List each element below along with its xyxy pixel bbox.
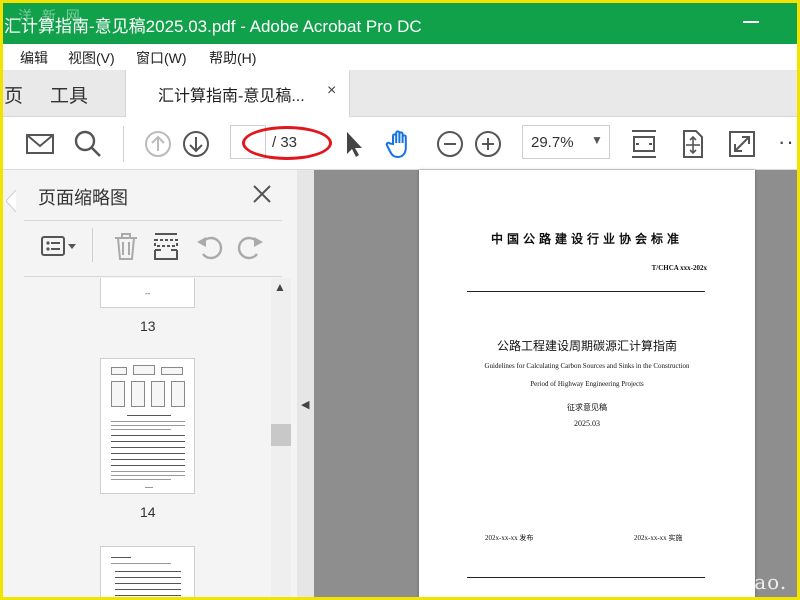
tab-document-label: 汇计算指南-意见稿... bbox=[158, 88, 305, 105]
next-page-icon[interactable] bbox=[180, 128, 212, 160]
thumb-footer: -- bbox=[145, 289, 151, 298]
thumbnail-list: -- 13 14 bbox=[24, 278, 272, 600]
insert-page-icon[interactable] bbox=[150, 230, 182, 262]
panel-splitter[interactable]: ◀ bbox=[297, 170, 314, 600]
red-highlight-ellipse bbox=[242, 126, 332, 160]
window-title: 汇计算指南-意见稿2025.03.pdf - Adobe Acrobat Pro… bbox=[4, 17, 422, 36]
thumbnail-label: 14 bbox=[140, 504, 156, 520]
title-bar: 洋 新 网 汇计算指南-意见稿2025.03.pdf - Adobe Acrob… bbox=[0, 0, 800, 44]
document-date: 2025.03 bbox=[574, 419, 600, 428]
redo-icon[interactable] bbox=[234, 230, 266, 262]
tab-close-button[interactable]: × bbox=[327, 82, 336, 100]
zoom-out-icon[interactable] bbox=[434, 128, 466, 160]
panel-pointer-icon bbox=[6, 190, 16, 212]
fit-page-icon[interactable] bbox=[628, 128, 660, 160]
minimize-icon bbox=[743, 21, 759, 23]
standard-number: T/CHCA xxx-202x bbox=[651, 264, 707, 272]
thumbnail-page-15[interactable] bbox=[100, 546, 195, 600]
panel-divider bbox=[24, 220, 282, 221]
minimize-button[interactable] bbox=[740, 10, 762, 32]
close-icon bbox=[253, 185, 271, 203]
menu-help[interactable]: 帮助(H) bbox=[209, 48, 256, 68]
document-title-en-line1: Guidelines for Calculating Carbon Source… bbox=[484, 362, 690, 370]
header-rule bbox=[467, 291, 705, 292]
more-icon[interactable]: ··· bbox=[778, 129, 800, 155]
site-watermark: www.cndao. bbox=[655, 570, 788, 594]
association-name: 中国公路建设行业协会标准 bbox=[490, 232, 683, 246]
implement-date: 202x-xx-xx 实施 bbox=[634, 534, 683, 542]
menu-view[interactable]: 视图(V) bbox=[68, 48, 115, 68]
scroll-up-icon[interactable]: ▲ bbox=[274, 280, 286, 294]
menu-window[interactable]: 窗口(W) bbox=[136, 48, 187, 68]
toolbar-separator bbox=[123, 126, 124, 162]
zoom-value: 29.7% bbox=[531, 134, 574, 151]
menu-edit[interactable]: 编辑 bbox=[20, 48, 48, 68]
thumbnail-page-13[interactable]: -- bbox=[100, 278, 195, 308]
undo-icon[interactable] bbox=[194, 230, 226, 262]
prev-page-icon[interactable] bbox=[142, 128, 174, 160]
chevron-down-icon: ▼ bbox=[591, 133, 603, 147]
tab-home[interactable]: 页 bbox=[4, 81, 23, 108]
pdf-page: 中国公路建设行业协会标准 T/CHCA xxx-202x 公路工程建设周期碳源汇… bbox=[419, 170, 755, 600]
delete-page-icon[interactable] bbox=[110, 230, 142, 262]
rotate-icon[interactable] bbox=[676, 128, 708, 160]
search-icon[interactable] bbox=[72, 128, 104, 160]
thumbnail-scrollbar[interactable]: ▲ bbox=[271, 278, 291, 600]
thumbnail-label: 13 bbox=[140, 318, 156, 334]
mail-icon[interactable] bbox=[24, 128, 56, 160]
tab-bar: 页 工具 汇计算指南-意见稿... × bbox=[0, 70, 800, 117]
toolbar: / 33 29.7% ▼ ··· bbox=[0, 117, 800, 170]
zoom-in-icon[interactable] bbox=[472, 128, 504, 160]
panel-divider bbox=[24, 276, 282, 277]
document-status: 征求意见稿 bbox=[567, 403, 607, 412]
document-title-cn: 公路工程建设周期碳源汇计算指南 bbox=[496, 339, 677, 353]
document-title-en-line2: Period of Highway Engineering Projects bbox=[530, 380, 644, 388]
thumbnail-page-14[interactable] bbox=[100, 358, 195, 494]
tab-document[interactable]: 汇计算指南-意见稿... × bbox=[125, 70, 350, 117]
panel-separator bbox=[92, 228, 93, 262]
full-screen-icon[interactable] bbox=[726, 128, 758, 160]
hand-tool-icon[interactable] bbox=[384, 128, 416, 160]
publish-date: 202x-xx-xx 发布 bbox=[485, 534, 534, 542]
document-view[interactable]: 中国公路建设行业协会标准 T/CHCA xxx-202x 公路工程建设周期碳源汇… bbox=[314, 170, 800, 600]
menu-bar: 编辑 视图(V) 窗口(W) 帮助(H) bbox=[0, 44, 800, 70]
panel-title: 页面缩略图 bbox=[38, 188, 128, 208]
thumbnail-options-icon[interactable] bbox=[40, 230, 80, 262]
close-panel-button[interactable] bbox=[250, 182, 274, 206]
zoom-select[interactable]: 29.7% ▼ bbox=[522, 125, 610, 159]
select-arrow-icon[interactable] bbox=[338, 128, 370, 160]
scrollbar-thumb[interactable] bbox=[271, 424, 291, 446]
thumbnail-panel: 页面缩略图 -- 13 14 ▲ bbox=[0, 170, 297, 600]
tab-tools[interactable]: 工具 bbox=[50, 81, 88, 108]
collapse-panel-icon[interactable]: ◀ bbox=[301, 398, 309, 411]
